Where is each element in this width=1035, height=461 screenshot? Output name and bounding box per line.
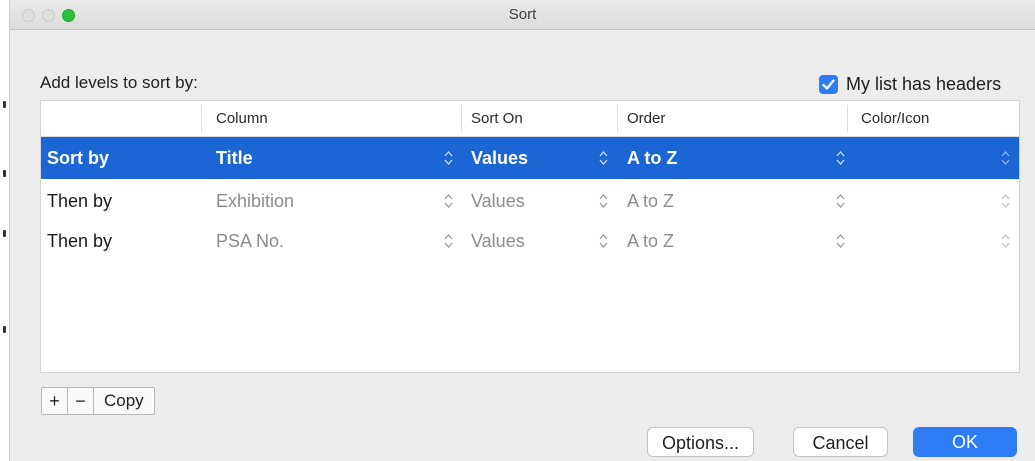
column-select[interactable]: Title <box>216 148 253 169</box>
sort-levels-table: Column Sort On Order Color/Icon Sort by … <box>40 100 1020 373</box>
add-level-button[interactable]: + <box>42 388 68 414</box>
up-down-chevron-icon[interactable] <box>836 233 845 249</box>
edge-marker <box>3 326 6 333</box>
level-toolbar: + − Copy <box>41 387 155 415</box>
table-row[interactable]: Then by PSA No. Values A to Z <box>41 220 1019 262</box>
column-header-color-icon[interactable]: Color/Icon <box>861 110 929 127</box>
background-window-edge <box>0 0 9 461</box>
title-bar[interactable]: Sort <box>10 0 1035 30</box>
column-divider <box>201 105 202 132</box>
order-select[interactable]: A to Z <box>627 191 674 212</box>
copy-level-button[interactable]: Copy <box>94 388 154 414</box>
order-select[interactable]: A to Z <box>627 148 677 169</box>
headers-checkbox[interactable] <box>819 74 838 94</box>
column-divider <box>617 105 618 132</box>
cancel-button[interactable]: Cancel <box>793 427 888 457</box>
headers-checkbox-label: My list has headers <box>846 73 1002 94</box>
up-down-chevron-icon[interactable] <box>444 150 453 166</box>
ok-button[interactable]: OK <box>913 427 1017 457</box>
level-label: Then by <box>47 231 113 251</box>
up-down-chevron-icon[interactable] <box>1001 233 1010 249</box>
table-row[interactable]: Then by Exhibition Values A to Z <box>41 180 1019 222</box>
add-levels-label: Add levels to sort by: <box>40 73 198 92</box>
checkmark-icon <box>822 78 835 90</box>
delete-level-button[interactable]: − <box>68 388 94 414</box>
options-button[interactable]: Options... <box>647 427 754 457</box>
column-divider <box>847 105 848 132</box>
sort-on-select[interactable]: Values <box>471 191 525 212</box>
order-select[interactable]: A to Z <box>627 231 674 252</box>
column-header-column[interactable]: Column <box>216 110 268 127</box>
window-title: Sort <box>508 6 537 23</box>
sort-on-select[interactable]: Values <box>471 148 528 169</box>
sort-dialog-window: Sort Add levels to sort by: My list has … <box>9 0 1035 461</box>
edge-marker <box>3 230 6 237</box>
level-label: Then by <box>47 191 113 211</box>
column-select[interactable]: Exhibition <box>216 191 294 212</box>
level-label: Sort by <box>47 148 110 168</box>
table-row[interactable]: Sort by Title Values A to Z <box>41 137 1019 179</box>
column-header-sort-on[interactable]: Sort On <box>471 110 523 127</box>
sort-on-select[interactable]: Values <box>471 231 525 252</box>
up-down-chevron-icon[interactable] <box>836 193 845 209</box>
up-down-chevron-icon[interactable] <box>836 150 845 166</box>
up-down-chevron-icon[interactable] <box>599 193 608 209</box>
column-divider <box>461 105 462 132</box>
up-down-chevron-icon[interactable] <box>599 150 608 166</box>
headers-checkbox-group[interactable]: My list has headers <box>819 73 1001 95</box>
edge-marker <box>3 101 6 108</box>
up-down-chevron-icon[interactable] <box>599 233 608 249</box>
up-down-chevron-icon[interactable] <box>1001 193 1010 209</box>
column-select[interactable]: PSA No. <box>216 231 284 252</box>
column-header-order[interactable]: Order <box>627 110 665 127</box>
up-down-chevron-icon[interactable] <box>444 193 453 209</box>
edge-marker <box>3 170 6 177</box>
up-down-chevron-icon[interactable] <box>1001 150 1010 166</box>
up-down-chevron-icon[interactable] <box>444 233 453 249</box>
table-header: Column Sort On Order Color/Icon <box>41 101 1019 137</box>
